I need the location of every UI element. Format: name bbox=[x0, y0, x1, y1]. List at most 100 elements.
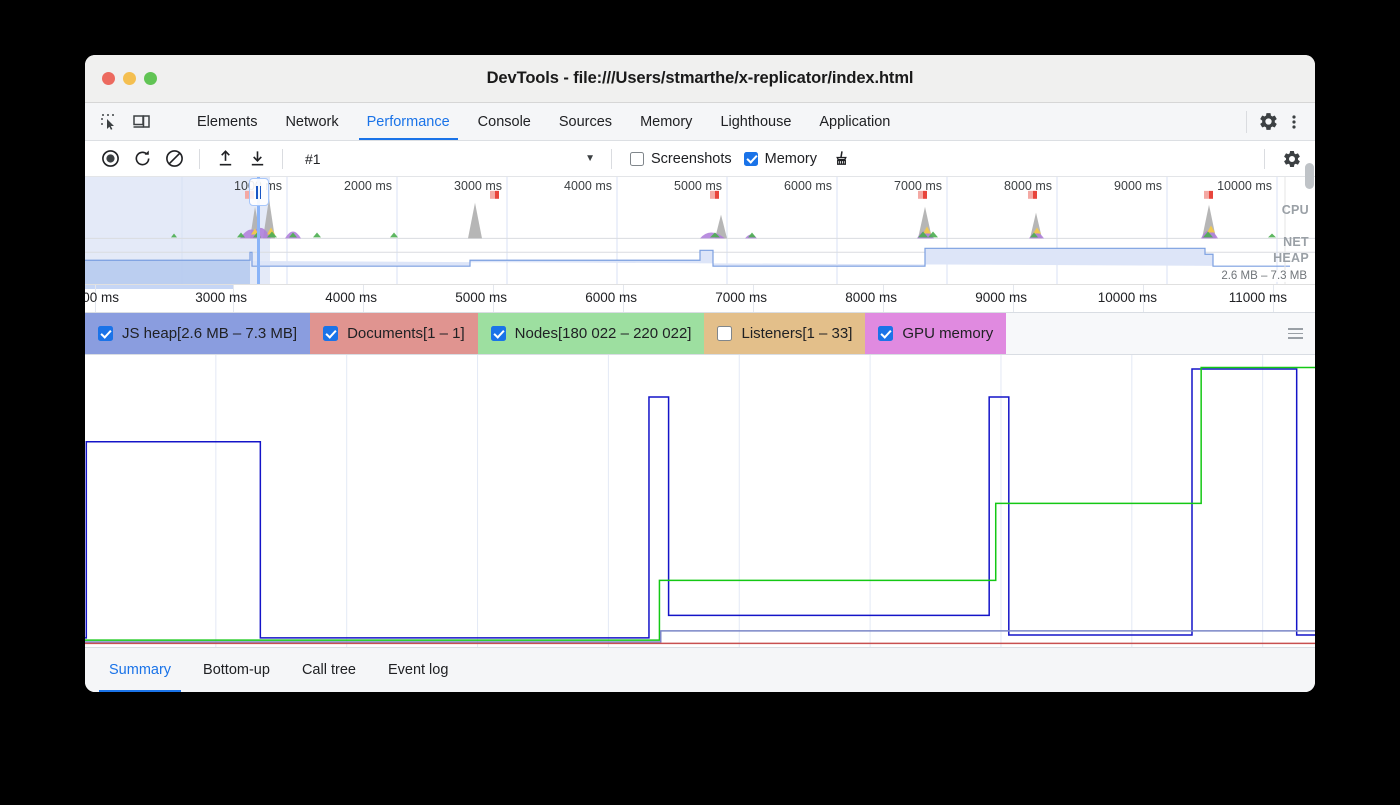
overview-scrollbar-thumb[interactable] bbox=[1305, 163, 1314, 189]
memory-counters-chart[interactable] bbox=[85, 355, 1315, 647]
overview-ruler: 1000 ms 2000 ms 3000 ms 4000 ms 5000 ms … bbox=[85, 177, 1315, 199]
playhead-grip-bar bbox=[260, 186, 262, 199]
chart-series-nodes bbox=[85, 368, 1315, 641]
tabbar-left-icons bbox=[85, 103, 177, 140]
profile-select[interactable]: #1 ▼ bbox=[293, 151, 603, 167]
legend-checkbox-listeners bbox=[717, 326, 732, 341]
legend-options-menu-icon[interactable] bbox=[1275, 313, 1315, 354]
upload-profile-icon[interactable] bbox=[210, 146, 240, 172]
legend-chip-nodes[interactable]: Nodes[180 022 – 220 022] bbox=[478, 313, 705, 354]
tab-sources[interactable]: Sources bbox=[545, 103, 626, 140]
legend-chip-js-heap[interactable]: JS heap[2.6 MB – 7.3 MB] bbox=[85, 313, 310, 354]
overview-tick-7: 7000 ms bbox=[894, 179, 947, 193]
record-icon[interactable] bbox=[95, 146, 125, 172]
memory-checkbox[interactable]: Memory bbox=[744, 151, 817, 167]
legend-chip-gpu-memory[interactable]: GPU memory bbox=[865, 313, 1006, 354]
hamburger-bar bbox=[1288, 333, 1303, 335]
bottom-tab-bottom-up[interactable]: Bottom-up bbox=[187, 648, 286, 692]
toolbar-divider-3 bbox=[611, 149, 612, 169]
download-profile-icon[interactable] bbox=[242, 146, 272, 172]
overview-lane-label-heap: HEAP bbox=[1273, 251, 1309, 265]
legend-checkbox-js-heap bbox=[98, 326, 113, 341]
ruler-selection-band bbox=[85, 285, 233, 289]
tab-elements[interactable]: Elements bbox=[183, 103, 271, 140]
ruler2-tick-3: 4000 ms bbox=[325, 290, 383, 305]
overview-tick-5: 5000 ms bbox=[674, 179, 727, 193]
overview-heap-range-label: 2.6 MB – 7.3 MB bbox=[1219, 270, 1309, 282]
overview-lane-label-cpu: CPU bbox=[1282, 203, 1309, 217]
bottom-tab-call-tree[interactable]: Call tree bbox=[286, 648, 372, 692]
overview-tick-9: 9000 ms bbox=[1114, 179, 1167, 193]
ruler2-tick-2: 3000 ms bbox=[195, 290, 253, 305]
hamburger-bar bbox=[1288, 337, 1303, 339]
tabbar-right-divider bbox=[1246, 111, 1247, 133]
screenshots-checkbox-box bbox=[630, 152, 644, 166]
screenshots-checkbox[interactable]: Screenshots bbox=[630, 151, 732, 167]
ruler2-tick-8: 9000 ms bbox=[975, 290, 1033, 305]
ruler2-tick-9: 10000 ms bbox=[1098, 290, 1163, 305]
legend-spacer bbox=[1006, 313, 1275, 354]
bottom-tab-event-log[interactable]: Event log bbox=[372, 648, 464, 692]
legend-label-documents: Documents[1 – 1] bbox=[347, 325, 465, 342]
memory-checkbox-box bbox=[744, 152, 758, 166]
capture-settings-gear-icon[interactable] bbox=[1277, 146, 1307, 172]
legend-label-nodes: Nodes[180 022 – 220 022] bbox=[515, 325, 692, 342]
tab-memory[interactable]: Memory bbox=[626, 103, 706, 140]
inspect-element-icon[interactable] bbox=[98, 111, 120, 133]
toolbar-divider-4 bbox=[1264, 149, 1265, 169]
window-title: DevTools - file:///Users/stmarthe/x-repl… bbox=[85, 69, 1315, 88]
legend-chip-listeners[interactable]: Listeners[1 – 33] bbox=[704, 313, 865, 354]
ruler2-tick-1: 00 ms bbox=[85, 290, 125, 305]
overview-tick-6: 6000 ms bbox=[784, 179, 837, 193]
timeline-overview[interactable]: 1000 ms 2000 ms 3000 ms 4000 ms 5000 ms … bbox=[85, 177, 1315, 285]
toolbar-divider-1 bbox=[199, 149, 200, 169]
timeline-playhead[interactable] bbox=[257, 177, 260, 284]
timeline-playhead-grip[interactable] bbox=[249, 178, 269, 206]
overview-tick-4: 4000 ms bbox=[564, 179, 617, 193]
ruler2-tick-6: 7000 ms bbox=[715, 290, 773, 305]
overview-tick-2: 2000 ms bbox=[344, 179, 397, 193]
device-toolbar-icon[interactable] bbox=[130, 111, 152, 133]
hamburger-bar bbox=[1288, 328, 1303, 330]
legend-label-listeners: Listeners[1 – 33] bbox=[741, 325, 852, 342]
tab-application[interactable]: Application bbox=[805, 103, 904, 140]
legend-chip-documents[interactable]: Documents[1 – 1] bbox=[310, 313, 478, 354]
legend-label-gpu-memory: GPU memory bbox=[902, 325, 993, 342]
collect-garbage-icon[interactable] bbox=[827, 146, 857, 172]
tab-network[interactable]: Network bbox=[271, 103, 352, 140]
overview-tick-3: 3000 ms bbox=[454, 179, 507, 193]
devtools-tabbar: Elements Network Performance Console Sou… bbox=[85, 103, 1315, 141]
overview-tick-10: 10000 ms bbox=[1217, 179, 1277, 193]
counters-plot bbox=[85, 355, 1315, 647]
legend-label-js-heap: JS heap[2.6 MB – 7.3 MB] bbox=[122, 325, 297, 342]
legend-checkbox-documents bbox=[323, 326, 338, 341]
tab-console[interactable]: Console bbox=[464, 103, 545, 140]
bottom-tab-summary[interactable]: Summary bbox=[93, 648, 187, 692]
counters-legend: JS heap[2.6 MB – 7.3 MB] Documents[1 – 1… bbox=[85, 313, 1315, 355]
legend-checkbox-gpu-memory bbox=[878, 326, 893, 341]
profile-select-value: #1 bbox=[305, 151, 321, 167]
ruler2-tick-5: 6000 ms bbox=[585, 290, 643, 305]
window-titlebar: DevTools - file:///Users/stmarthe/x-repl… bbox=[85, 55, 1315, 103]
playhead-grip-bar bbox=[256, 186, 258, 199]
clear-icon[interactable] bbox=[159, 146, 189, 172]
more-options-icon[interactable] bbox=[1283, 111, 1305, 133]
performance-toolbar: #1 ▼ Screenshots Memory bbox=[85, 141, 1315, 177]
ruler2-tick-4: 5000 ms bbox=[455, 290, 513, 305]
tab-lighthouse[interactable]: Lighthouse bbox=[706, 103, 805, 140]
overview-lane-label-net: NET bbox=[1283, 235, 1309, 249]
tab-performance[interactable]: Performance bbox=[353, 103, 464, 140]
devtools-panel-tabs: Elements Network Performance Console Sou… bbox=[183, 103, 904, 140]
ruler2-tick-10: 11000 ms bbox=[1229, 290, 1293, 305]
detail-timeline-ruler[interactable]: 00 ms 3000 ms 4000 ms 5000 ms 6000 ms 70… bbox=[85, 285, 1315, 313]
detail-view-tabs: Summary Bottom-up Call tree Event log bbox=[85, 647, 1315, 692]
toolbar-right-group bbox=[1258, 146, 1307, 172]
tabbar-right-icons bbox=[1240, 103, 1315, 140]
memory-label: Memory bbox=[765, 151, 817, 167]
toolbar-divider-2 bbox=[282, 149, 283, 169]
overview-tick-8: 8000 ms bbox=[1004, 179, 1057, 193]
settings-gear-icon[interactable] bbox=[1257, 111, 1279, 133]
chevron-down-icon: ▼ bbox=[585, 153, 603, 164]
reload-and-record-icon[interactable] bbox=[127, 146, 157, 172]
legend-checkbox-nodes bbox=[491, 326, 506, 341]
